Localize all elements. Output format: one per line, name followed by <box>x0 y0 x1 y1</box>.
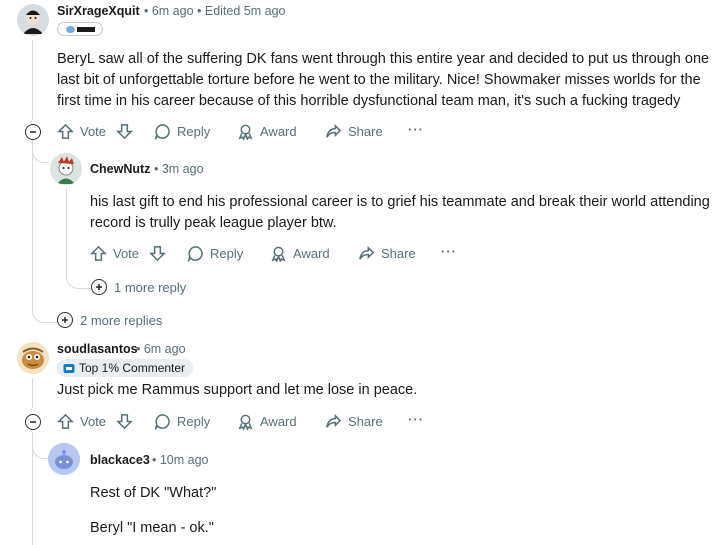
share-button[interactable]: Share <box>325 413 383 430</box>
award-button[interactable]: Award <box>270 245 330 262</box>
thread-line-1b <box>32 140 33 300</box>
award-label: Award <box>260 124 297 139</box>
share-icon <box>359 246 375 260</box>
share-label: Share <box>348 124 383 139</box>
reply-button[interactable]: Reply <box>154 413 210 430</box>
comment-meta: • 3m ago <box>154 162 204 176</box>
upvote-icon[interactable] <box>57 413 74 430</box>
award-icon <box>271 246 286 262</box>
more-replies-button[interactable]: 1 more reply <box>91 279 186 295</box>
comment-body: Just pick me Rammus support and let me l… <box>57 382 418 398</box>
vote-control[interactable]: Vote <box>90 245 166 262</box>
flair-label: Top 1% Commenter <box>79 361 186 375</box>
comment-meta: • 10m ago <box>152 453 209 467</box>
overflow-icon: ··· <box>408 122 424 137</box>
overflow-menu-button[interactable]: ··· <box>408 122 424 137</box>
comment-body: his last gift to end his professional ca… <box>90 194 710 231</box>
reply-icon <box>154 124 170 140</box>
avatar[interactable] <box>48 443 80 475</box>
avatar[interactable] <box>50 153 82 185</box>
upvote-icon[interactable] <box>57 123 74 140</box>
overflow-icon: ··· <box>441 244 457 259</box>
award-label: Award <box>260 414 297 429</box>
share-button[interactable]: Share <box>358 245 416 262</box>
thread-curve-3 <box>66 266 91 289</box>
vote-label: Vote <box>113 246 140 261</box>
reply-button[interactable]: Reply <box>154 123 210 140</box>
vote-label: Vote <box>80 414 107 429</box>
comment-username[interactable]: blackace3 <box>90 453 150 467</box>
comment-username[interactable]: soudlasantos <box>57 342 138 356</box>
downvote-icon[interactable] <box>149 245 166 262</box>
reply-icon <box>154 414 170 430</box>
reply-label: Reply <box>177 124 211 139</box>
comment-username[interactable]: ChewNutz <box>90 162 150 176</box>
thread-curve-2 <box>32 300 57 323</box>
collapse-thread-button[interactable] <box>25 414 41 430</box>
award-icon <box>238 124 253 140</box>
overflow-menu-button[interactable]: ··· <box>441 244 457 259</box>
reply-button[interactable]: Reply <box>187 245 243 262</box>
user-flair: Top 1% Commenter <box>57 359 194 377</box>
reply-label: Reply <box>177 414 211 429</box>
share-button[interactable]: Share <box>325 123 383 140</box>
comment-body: BeryL saw all of the suffering DK fans w… <box>57 51 710 109</box>
overflow-menu-button[interactable]: ··· <box>408 412 424 427</box>
upvote-icon[interactable] <box>90 245 107 262</box>
more-replies-label: 1 more reply <box>114 279 187 295</box>
overflow-icon: ··· <box>408 412 424 427</box>
comment-meta: • 6m ago • Edited 5m ago <box>144 4 286 18</box>
reply-label: Reply <box>210 246 244 261</box>
user-avatar-icon <box>48 443 80 475</box>
thread-line-2 <box>66 188 67 268</box>
more-replies-label: 2 more replies <box>80 312 163 328</box>
share-label: Share <box>381 246 416 261</box>
share-label: Share <box>348 414 383 429</box>
expand-icon <box>91 279 107 295</box>
flair-badge-icon <box>63 363 75 373</box>
thread-line-3 <box>32 378 33 408</box>
award-button[interactable]: Award <box>237 413 297 430</box>
user-avatar-icon <box>17 342 49 374</box>
thread-curve-4 <box>32 432 49 459</box>
thread-line-1 <box>32 40 33 120</box>
comment-username[interactable]: SirXrageXquit <box>57 4 140 18</box>
downvote-icon[interactable] <box>116 413 133 430</box>
award-button[interactable]: Award <box>237 123 297 140</box>
expand-icon <box>57 312 73 328</box>
downvote-icon[interactable] <box>116 123 133 140</box>
award-icon <box>238 414 253 430</box>
reply-icon <box>187 246 203 262</box>
collapse-icon <box>30 421 36 423</box>
share-icon <box>326 124 342 138</box>
vote-control[interactable]: Vote <box>57 413 133 430</box>
more-replies-button[interactable]: 2 more replies <box>57 312 162 328</box>
award-label: Award <box>293 246 330 261</box>
vote-label: Vote <box>80 124 107 139</box>
user-flair-icon <box>57 22 103 36</box>
avatar[interactable] <box>17 4 49 36</box>
comment-body-line: Rest of DK "What?" <box>90 485 217 501</box>
collapse-icon <box>30 131 36 133</box>
comment-meta: • 6m ago <box>136 342 186 356</box>
avatar[interactable] <box>17 342 49 374</box>
thread-curve-1 <box>32 140 49 163</box>
comment-body-line: Beryl "I mean - ok." <box>90 520 214 536</box>
collapse-thread-button[interactable] <box>25 124 41 140</box>
user-avatar-icon <box>50 153 82 185</box>
share-icon <box>326 414 342 428</box>
user-avatar-icon <box>17 4 49 36</box>
vote-control[interactable]: Vote <box>57 123 133 140</box>
